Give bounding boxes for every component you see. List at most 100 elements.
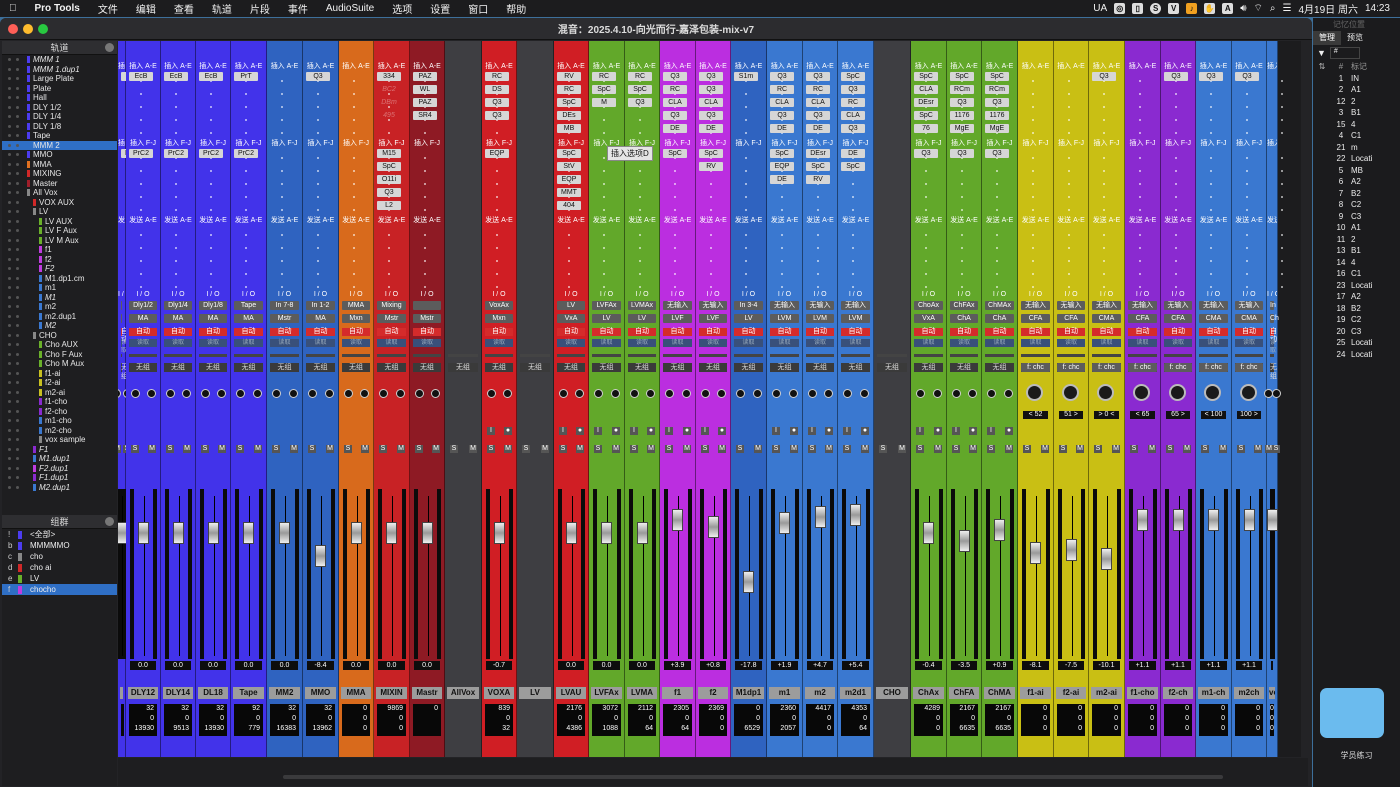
- empty-slot-dot[interactable]: [175, 132, 177, 134]
- insert-slot[interactable]: Q3: [1164, 72, 1188, 81]
- track-list-item[interactable]: LV: [2, 207, 117, 217]
- empty-slot-dot[interactable]: [281, 196, 283, 198]
- solo-button[interactable]: S: [879, 445, 887, 453]
- plugin-label[interactable]: f: chc: [1164, 363, 1192, 372]
- insert-slot[interactable]: M15: [377, 149, 401, 158]
- empty-send-dot[interactable]: [175, 234, 177, 236]
- empty-send-dot[interactable]: [603, 260, 605, 262]
- output-selector[interactable]: CFA: [1021, 314, 1050, 323]
- insert-slot[interactable]: CLA: [841, 111, 865, 120]
- insert-slot[interactable]: 404: [557, 201, 581, 210]
- fader-cap[interactable]: [172, 522, 184, 544]
- empty-slot-dot[interactable]: [245, 106, 247, 108]
- automation-mode-selector[interactable]: 读取: [129, 339, 157, 347]
- track-visible-icon[interactable]: [8, 381, 11, 385]
- input-monitor-button[interactable]: I: [808, 427, 816, 435]
- compass-icon[interactable]: ◎: [1114, 3, 1126, 14]
- empty-send-dot[interactable]: [1103, 260, 1105, 262]
- memory-row[interactable]: 19 C2: [1313, 314, 1400, 326]
- empty-send-dot[interactable]: [852, 234, 854, 236]
- pan-knob[interactable]: [1204, 384, 1221, 401]
- empty-send-dot[interactable]: [817, 286, 819, 288]
- empty-send-dot[interactable]: [568, 273, 570, 275]
- empty-send-dot[interactable]: [317, 234, 319, 236]
- fader-cap[interactable]: [1137, 509, 1148, 531]
- empty-slot-dot[interactable]: [424, 196, 426, 198]
- track-name-button[interactable]: M1dp1: [733, 687, 764, 699]
- group-selector[interactable]: 无组: [377, 363, 406, 372]
- empty-send-dot[interactable]: [1281, 260, 1283, 262]
- group-list-item[interactable]: c cho: [2, 551, 117, 562]
- empty-send-dot[interactable]: [996, 286, 998, 288]
- empty-slot-dot[interactable]: [1103, 119, 1105, 121]
- track-active-icon[interactable]: [16, 229, 19, 233]
- mute-button[interactable]: M: [326, 445, 334, 453]
- insert-slot[interactable]: Q3: [485, 111, 509, 120]
- fader-cap[interactable]: [850, 503, 861, 526]
- empty-slot-dot[interactable]: [1210, 106, 1212, 108]
- empty-send-dot[interactable]: [1210, 234, 1212, 236]
- input-selector[interactable]: In 1-2: [306, 301, 335, 310]
- insert-slot[interactable]: DE: [806, 124, 830, 133]
- track-visible-icon[interactable]: [8, 466, 11, 470]
- menu-app[interactable]: Pro Tools: [26, 3, 89, 14]
- track-active-icon[interactable]: [16, 248, 19, 252]
- output-selector[interactable]: LV: [734, 314, 763, 323]
- insert-slot[interactable]: PAZ: [413, 72, 437, 81]
- fader-cap[interactable]: [814, 506, 826, 529]
- track-active-icon[interactable]: [16, 200, 19, 204]
- empty-slot-dot[interactable]: [1103, 93, 1105, 95]
- empty-slot-dot[interactable]: [210, 132, 212, 134]
- fader-track[interactable]: [427, 496, 429, 656]
- empty-send-dot[interactable]: [424, 234, 426, 236]
- automation-mode-selector[interactable]: 读取: [806, 339, 834, 347]
- ua-status[interactable]: UA: [1093, 3, 1107, 14]
- pan-right-knob[interactable]: [789, 389, 798, 398]
- track-active-icon[interactable]: [16, 162, 19, 166]
- insert-slot[interactable]: Q3: [841, 124, 865, 133]
- fader-track[interactable]: [1036, 496, 1037, 656]
- track-active-icon[interactable]: [16, 352, 19, 356]
- track-visible-icon[interactable]: [8, 390, 11, 394]
- empty-slot-dot[interactable]: [281, 209, 283, 211]
- automation-mode-selector[interactable]: 读取: [306, 339, 335, 347]
- track-active-icon[interactable]: [16, 305, 19, 309]
- track-visible-icon[interactable]: [8, 134, 11, 138]
- fader-cap[interactable]: [1208, 509, 1219, 531]
- track-visible-icon[interactable]: [8, 238, 11, 242]
- track-list-item[interactable]: F2: [2, 264, 117, 274]
- empty-slot-dot[interactable]: [1032, 80, 1034, 82]
- input-monitor-button[interactable]: I: [559, 427, 567, 435]
- input-selector[interactable]: LV: [557, 301, 585, 310]
- fader-cap[interactable]: [279, 522, 290, 544]
- pan-left-knob[interactable]: [415, 389, 424, 398]
- empty-send-dot[interactable]: [1210, 260, 1212, 262]
- empty-slot-dot[interactable]: [1103, 196, 1105, 198]
- insert-slot[interactable]: Q3: [806, 72, 830, 81]
- automation-mode-selector[interactable]: 读取: [1092, 339, 1121, 347]
- empty-send-dot[interactable]: [496, 234, 498, 236]
- empty-send-dot[interactable]: [1068, 286, 1070, 288]
- insert-slot[interactable]: BC2: [377, 85, 401, 94]
- empty-send-dot[interactable]: [281, 286, 283, 288]
- track-list-item[interactable]: f2: [2, 255, 117, 265]
- empty-slot-dot[interactable]: [424, 209, 426, 211]
- track-list-item[interactable]: MMA: [2, 160, 117, 170]
- track-list-item[interactable]: LV AUX: [2, 217, 117, 227]
- empty-slot-dot[interactable]: [781, 209, 783, 211]
- empty-slot-dot[interactable]: [140, 119, 142, 121]
- input-monitor-button[interactable]: I: [916, 427, 924, 435]
- insert-slot[interactable]: Q3: [699, 72, 723, 81]
- group-selector[interactable]: 无组: [628, 363, 656, 372]
- track-name-button[interactable]: f2: [698, 687, 728, 699]
- track-name-button[interactable]: f2-ai: [1056, 687, 1086, 699]
- menu-edit[interactable]: 编辑: [127, 1, 165, 16]
- group-selector[interactable]: 无组: [164, 363, 192, 372]
- empty-slot-dot[interactable]: [674, 183, 676, 185]
- mixer-scrollbar[interactable]: [118, 758, 1308, 786]
- memory-row[interactable]: 7 B2: [1313, 188, 1400, 200]
- empty-slot-dot[interactable]: [353, 132, 355, 134]
- output-selector[interactable]: VxA: [914, 314, 943, 323]
- empty-send-dot[interactable]: [925, 273, 927, 275]
- solo-button[interactable]: S: [1272, 445, 1280, 453]
